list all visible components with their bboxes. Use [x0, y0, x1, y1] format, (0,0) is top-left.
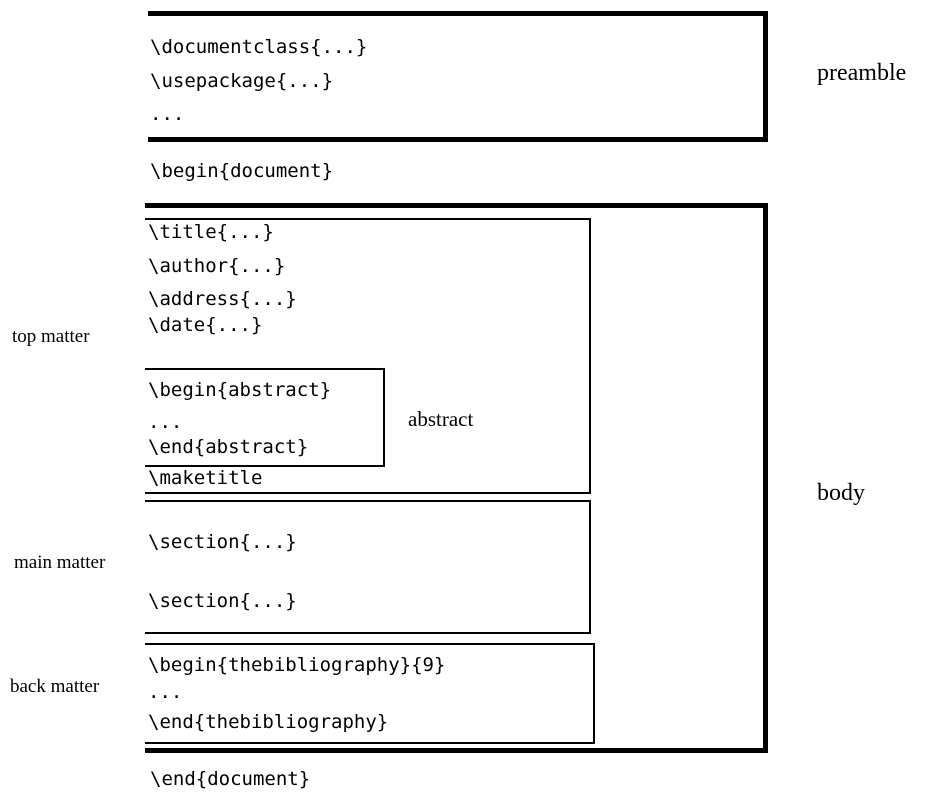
- main-matter-section-1: \section{...}: [148, 531, 297, 553]
- preamble-line-ellipsis: ...: [150, 103, 185, 125]
- back-matter-line-end: \end{thebibliography}: [148, 711, 389, 733]
- preamble-line-documentclass: \documentclass{...}: [150, 36, 368, 58]
- preamble-label: preamble: [817, 60, 907, 86]
- top-matter-line-date: \date{...}: [148, 314, 263, 336]
- abstract-line-ellipsis: ...: [148, 411, 183, 433]
- abstract-line-begin: \begin{abstract}: [148, 379, 332, 401]
- top-matter-line-title: \title{...}: [148, 221, 274, 243]
- top-matter-label: top matter: [12, 326, 90, 347]
- top-matter-line-address: \address{...}: [148, 288, 297, 310]
- main-matter-label: main matter: [14, 552, 106, 573]
- main-matter-box: [145, 500, 591, 634]
- end-document-line: \end{document}: [150, 768, 311, 790]
- main-matter-section-2: \section{...}: [148, 590, 297, 612]
- abstract-label: abstract: [408, 407, 474, 431]
- preamble-line-usepackage: \usepackage{...}: [150, 70, 334, 92]
- back-matter-label: back matter: [10, 676, 100, 697]
- back-matter-line-ellipsis: ...: [148, 681, 183, 703]
- top-matter-line-author: \author{...}: [148, 255, 286, 277]
- maketitle-line: \maketitle: [148, 467, 263, 489]
- back-matter-line-begin: \begin{thebibliography}{9}: [148, 654, 446, 676]
- body-label: body: [817, 480, 865, 506]
- begin-document-line: \begin{document}: [150, 160, 334, 182]
- abstract-line-end: \end{abstract}: [148, 436, 309, 458]
